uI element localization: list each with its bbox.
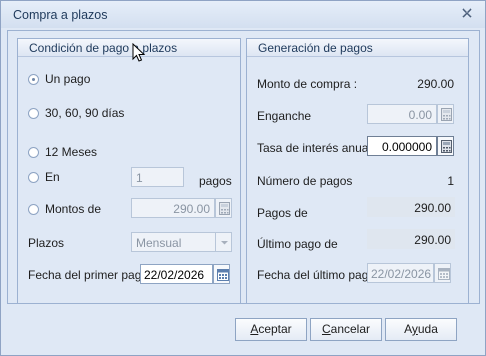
pagos-de-value: 290.00 — [367, 197, 455, 217]
numero-pagos-label: Número de pagos — [257, 174, 353, 188]
dialog-window: Compra a plazos Condición de pago a plaz… — [0, 0, 486, 356]
chevron-down-icon — [221, 241, 228, 245]
radio-en[interactable] — [28, 172, 39, 183]
fecha-ultimo-pago-label: Fecha del último pago — [257, 268, 376, 282]
radio-un-pago[interactable] — [28, 74, 39, 85]
radio-en-label[interactable]: En — [45, 170, 60, 184]
monto-compra-label: Monto de compra : — [257, 77, 358, 91]
title-bar[interactable]: Compra a plazos — [1, 1, 485, 28]
radio-12-meses-label[interactable]: 12 Meses — [45, 145, 97, 159]
aceptar-label: ceptar — [258, 322, 292, 336]
group-title: Condición de pago a plazos — [29, 41, 178, 55]
cancelar-label: ancelar — [330, 322, 371, 336]
fecha-primer-pago-calendar-button[interactable] — [213, 264, 230, 284]
tasa-calculator-button[interactable] — [437, 136, 454, 156]
group-header: Generación de pagos — [247, 39, 468, 57]
tasa-interes-input[interactable]: 0.000000 — [367, 136, 437, 156]
ayuda-button[interactable]: Ayuda — [385, 318, 457, 341]
fecha-ultimo-pago-input[interactable]: 22/02/2026 — [367, 263, 434, 283]
enganche-calculator-button[interactable] — [437, 104, 454, 124]
calculator-button[interactable] — [215, 198, 232, 218]
fecha-primer-pago-label: Fecha del primer pago — [28, 268, 149, 282]
ayuda-prefix: A — [404, 322, 412, 336]
close-icon[interactable] — [460, 6, 474, 20]
enganche-input[interactable]: 0.00 — [367, 104, 437, 124]
ayuda-label: uda — [417, 322, 438, 336]
group-header: Condición de pago a plazos — [18, 39, 240, 57]
ultimo-pago-value: 290.00 — [367, 229, 455, 249]
radio-12-meses[interactable] — [28, 147, 39, 158]
fecha-ultimo-pago-calendar-button[interactable] — [434, 263, 451, 283]
radio-montos-de-label[interactable]: Montos de — [45, 202, 101, 216]
calculator-icon — [219, 202, 230, 215]
radio-30-60-90-label[interactable]: 30, 60, 90 días — [45, 106, 124, 120]
ultimo-pago-label: Último pago de — [257, 237, 338, 251]
cancelar-mnemonic: C — [321, 322, 331, 336]
enganche-label: Enganche — [257, 109, 312, 123]
plazos-select[interactable]: Mensual — [131, 232, 217, 252]
group-title: Generación de pagos — [258, 41, 373, 55]
calculator-icon — [441, 140, 452, 153]
plazos-dropdown-button[interactable] — [215, 232, 232, 252]
fecha-primer-pago-input[interactable]: 22/02/2026 — [140, 264, 213, 284]
calendar-icon — [438, 268, 450, 280]
radio-30-60-90[interactable] — [28, 108, 39, 119]
pagos-suffix: pagos — [199, 174, 232, 188]
pagos-de-label: Pagos de — [257, 206, 308, 220]
cancelar-button[interactable]: Cancelar — [310, 318, 382, 341]
window-title: Compra a plazos — [13, 8, 108, 22]
num-pagos-input[interactable]: 1 — [131, 167, 184, 187]
montos-input[interactable]: 290.00 — [131, 198, 215, 218]
plazos-label: Plazos — [28, 236, 65, 250]
calendar-icon — [217, 269, 229, 281]
calculator-icon — [441, 108, 452, 121]
aceptar-button[interactable]: Aceptar — [235, 318, 307, 341]
mouse-cursor-icon — [132, 43, 146, 62]
radio-montos-de[interactable] — [28, 204, 39, 215]
numero-pagos-value: 1 — [447, 174, 454, 188]
tasa-interes-label: Tasa de interés anual — [257, 141, 372, 155]
radio-un-pago-label[interactable]: Un pago — [45, 72, 90, 86]
monto-compra-value: 290.00 — [417, 77, 454, 91]
